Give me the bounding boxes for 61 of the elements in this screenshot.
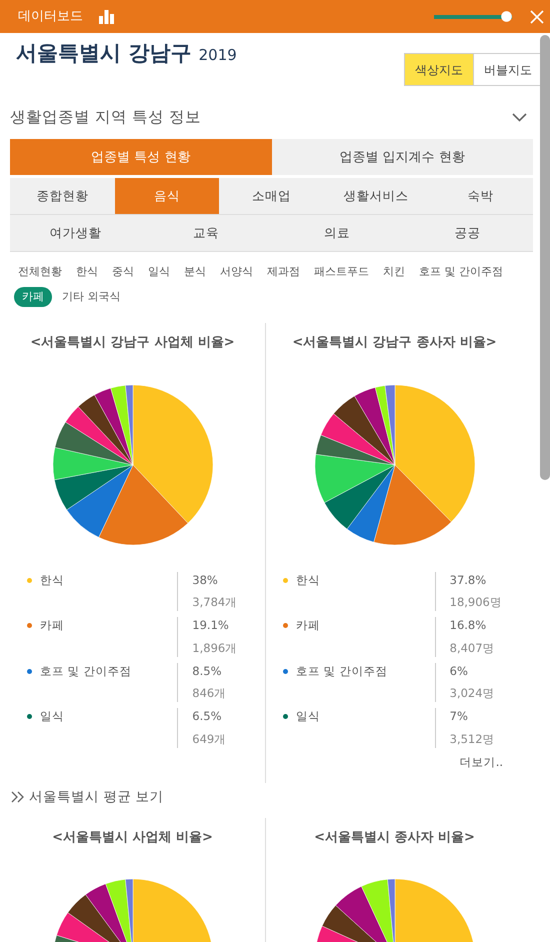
legend-label: 일식 — [40, 708, 64, 726]
legend-percent: 37.8% — [450, 572, 488, 589]
category-tab[interactable]: 종합현황 — [10, 178, 115, 214]
category-tab[interactable]: 교육 — [140, 215, 272, 252]
legend-percent: 8.5% — [192, 662, 222, 680]
year-label: 2019 — [198, 46, 237, 64]
map-toggle-button[interactable]: 버블지도 — [473, 53, 543, 86]
legend-percent: 6.5% — [192, 708, 222, 726]
close-button[interactable] — [530, 10, 544, 24]
subcategory-chip[interactable]: 전체현황 — [14, 262, 66, 283]
legend-percent: 38% — [192, 572, 219, 589]
subcategory-chip[interactable]: 호프 및 간이주점 — [415, 262, 507, 283]
legend-count: 649개 — [192, 730, 228, 748]
more-link[interactable]: 더보기.. — [460, 754, 503, 771]
main-tab[interactable]: 업종별 입지계수 현황 — [272, 139, 533, 176]
legend-count: 3,024명 — [450, 685, 496, 702]
legend-count: 3,512명 — [450, 730, 496, 748]
bar-chart-icon — [99, 10, 114, 24]
chart-title: <서울특별시 강남구 사업체 비율> — [29, 334, 236, 352]
legend-label: 한식 — [296, 572, 320, 589]
subcategory-chip[interactable]: 분식 — [180, 262, 210, 283]
legend-percent: 6% — [450, 662, 469, 680]
app-title: 데이터보드 — [18, 8, 83, 26]
region-name: 서울특별시 강남구 — [16, 41, 192, 65]
legend-label: 카페 — [296, 617, 320, 634]
subcategory-chip[interactable]: 치킨 — [379, 262, 409, 283]
subcategory-chip[interactable]: 카페 — [14, 286, 52, 308]
average-link[interactable]: 서울특별시 평균 보기 — [29, 787, 164, 808]
subcategory-chip[interactable]: 일식 — [144, 262, 174, 283]
legend-count: 846개 — [192, 685, 228, 702]
legend-count: 8,407명 — [450, 640, 496, 656]
legend-count: 3,784개 — [192, 594, 238, 611]
legend-label: 카페 — [40, 617, 64, 634]
legend-label: 호프 및 간이주점 — [296, 662, 388, 680]
legend-label: 호프 및 간이주점 — [40, 662, 132, 680]
subcategory-chip[interactable]: 패스트푸드 — [310, 262, 373, 283]
category-tab[interactable]: 공공 — [402, 215, 533, 252]
subcategory-chip[interactable]: 한식 — [72, 262, 102, 283]
subcategory-chip[interactable]: 제과점 — [263, 262, 304, 283]
subcategory-chip[interactable]: 서양식 — [216, 262, 257, 283]
subcategory-chip[interactable]: 기타 외국식 — [58, 286, 124, 308]
category-tab[interactable]: 소매업 — [219, 178, 324, 214]
map-toggle-button[interactable]: 색상지도 — [404, 53, 474, 86]
section-title: 생활업종별 지역 특성 정보 — [10, 107, 201, 128]
legend-percent: 7% — [450, 708, 469, 726]
category-tab[interactable]: 의료 — [272, 215, 402, 252]
double-chevron-icon — [11, 791, 25, 804]
chart-title: <서울특별시 사업체 비율> — [51, 828, 214, 846]
chevron-down-icon[interactable] — [512, 113, 527, 122]
chart-title: <서울특별시 강남구 종사자 비율> — [291, 334, 498, 352]
category-tab[interactable]: 생활서비스 — [324, 178, 428, 214]
legend-percent: 16.8% — [450, 617, 488, 634]
legend-count: 18,906명 — [450, 594, 503, 611]
legend-count: 1,896개 — [192, 640, 238, 656]
legend-label: 일식 — [296, 708, 320, 726]
category-tab[interactable]: 여가생활 — [10, 215, 141, 252]
subcategory-chip[interactable]: 중식 — [108, 262, 138, 283]
category-tab[interactable]: 숙박 — [428, 178, 533, 214]
legend-percent: 19.1% — [192, 617, 230, 634]
chart-title: <서울특별시 종사자 비율> — [313, 828, 476, 846]
legend-label: 한식 — [40, 572, 64, 589]
